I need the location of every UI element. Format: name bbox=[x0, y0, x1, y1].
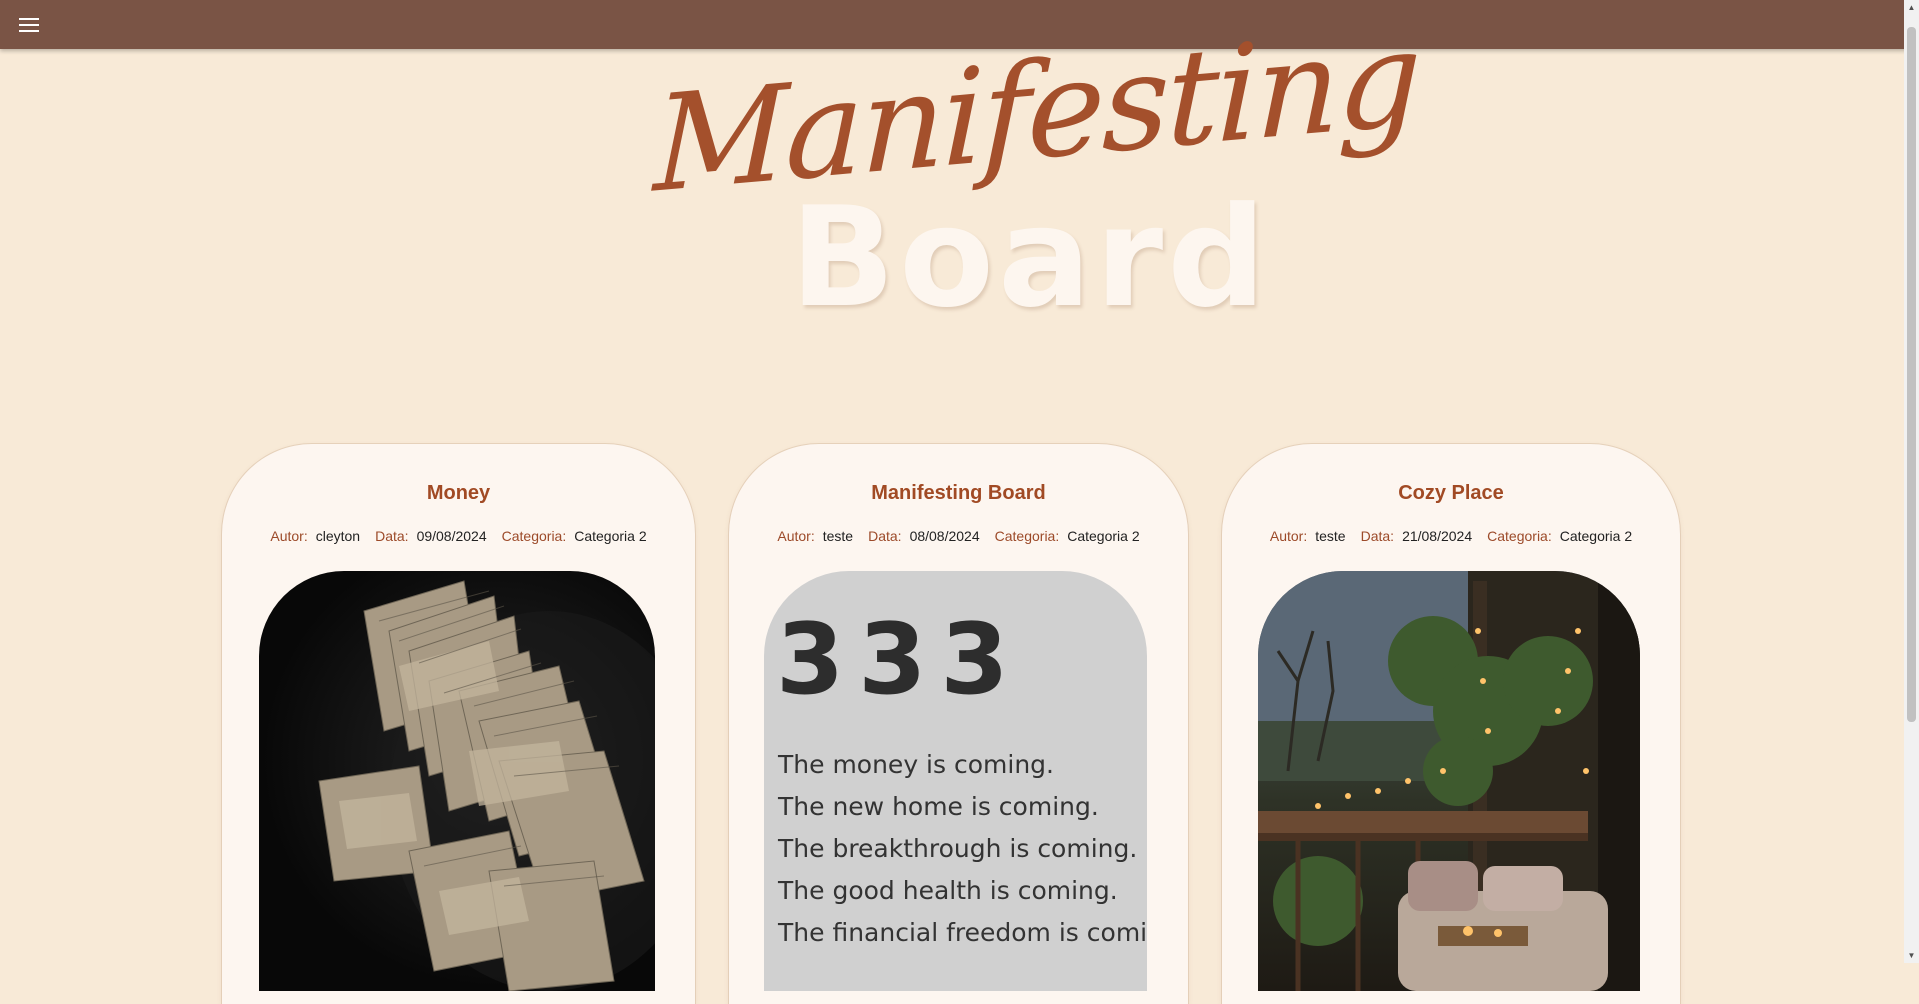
hamburger-menu-icon[interactable] bbox=[12, 12, 46, 38]
quote-line: The financial freedom is comin bbox=[778, 918, 1147, 947]
date-label: Data: bbox=[375, 528, 409, 544]
board-card-manifesting[interactable]: Manifesting Board Autor: teste Data: 08/08/… bbox=[729, 444, 1188, 1004]
page-title: Board Manifesting bbox=[0, 1, 1904, 349]
date-value: 09/08/2024 bbox=[416, 528, 487, 544]
quote-line: The money is coming. bbox=[778, 750, 1054, 779]
card-meta: Autor: teste Data: 08/08/2024 Categoria: Cate… bbox=[729, 528, 1188, 544]
card-meta: Autor: teste Data: 21/08/2024 Categoria: Cate… bbox=[1222, 528, 1680, 544]
card-title: Cozy Place bbox=[1398, 482, 1504, 504]
scrollbar-thumb[interactable] bbox=[1907, 27, 1916, 722]
board-card-cozy-place[interactable]: Cozy Place Autor: teste Data: 21/08/2024 Cat… bbox=[1222, 444, 1680, 1004]
board-card-money[interactable]: Money Autor: cleyton Data: 09/08/2024 Catego… bbox=[222, 444, 695, 1004]
card-title: Money bbox=[426, 482, 491, 504]
money-illustration bbox=[318, 580, 655, 991]
scroll-up-arrow-icon[interactable]: ▲ bbox=[1904, 0, 1919, 15]
category-label: Categoria: bbox=[994, 528, 1060, 544]
category-label: Categoria: bbox=[501, 528, 567, 544]
card-title: Manifesting Board bbox=[871, 482, 1046, 504]
author-label: Autor: bbox=[270, 528, 308, 544]
author-label: Autor: bbox=[1269, 528, 1308, 544]
card-meta: Autor: cleyton Data: 09/08/2024 Categoria: Ca… bbox=[222, 528, 695, 544]
date-label: Data: bbox=[1360, 528, 1395, 544]
category-value: Categoria 2 bbox=[574, 528, 647, 544]
cozy-place-image[interactable] bbox=[1258, 571, 1640, 991]
date-value: 08/08/2024 bbox=[909, 528, 980, 544]
title-board-text: Board bbox=[790, 177, 1270, 338]
author-value: teste bbox=[1315, 528, 1346, 544]
scroll-down-arrow-icon[interactable]: ▼ bbox=[1904, 948, 1919, 963]
quote-number: 333 bbox=[776, 603, 1023, 717]
author-label: Autor: bbox=[777, 528, 815, 544]
date-label: Data: bbox=[868, 528, 902, 544]
author-value: teste bbox=[822, 528, 854, 544]
author-value: cleyton bbox=[315, 528, 361, 544]
quote-image[interactable]: 333 The money is coming. The new home is… bbox=[764, 571, 1147, 991]
category-label: Categoria: bbox=[1487, 528, 1552, 544]
cozy-place-illustration bbox=[1258, 571, 1640, 991]
quote-line: The good health is coming. bbox=[778, 876, 1118, 905]
date-value: 21/08/2024 bbox=[1402, 528, 1473, 544]
category-value: Categoria 2 bbox=[1559, 528, 1633, 544]
quote-line: The new home is coming. bbox=[778, 792, 1099, 821]
category-value: Categoria 2 bbox=[1067, 528, 1140, 544]
vertical-scrollbar[interactable]: ▲ ▼ bbox=[1904, 0, 1919, 963]
money-image[interactable] bbox=[259, 571, 655, 991]
quote-line: The breakthrough is coming. bbox=[778, 834, 1138, 863]
